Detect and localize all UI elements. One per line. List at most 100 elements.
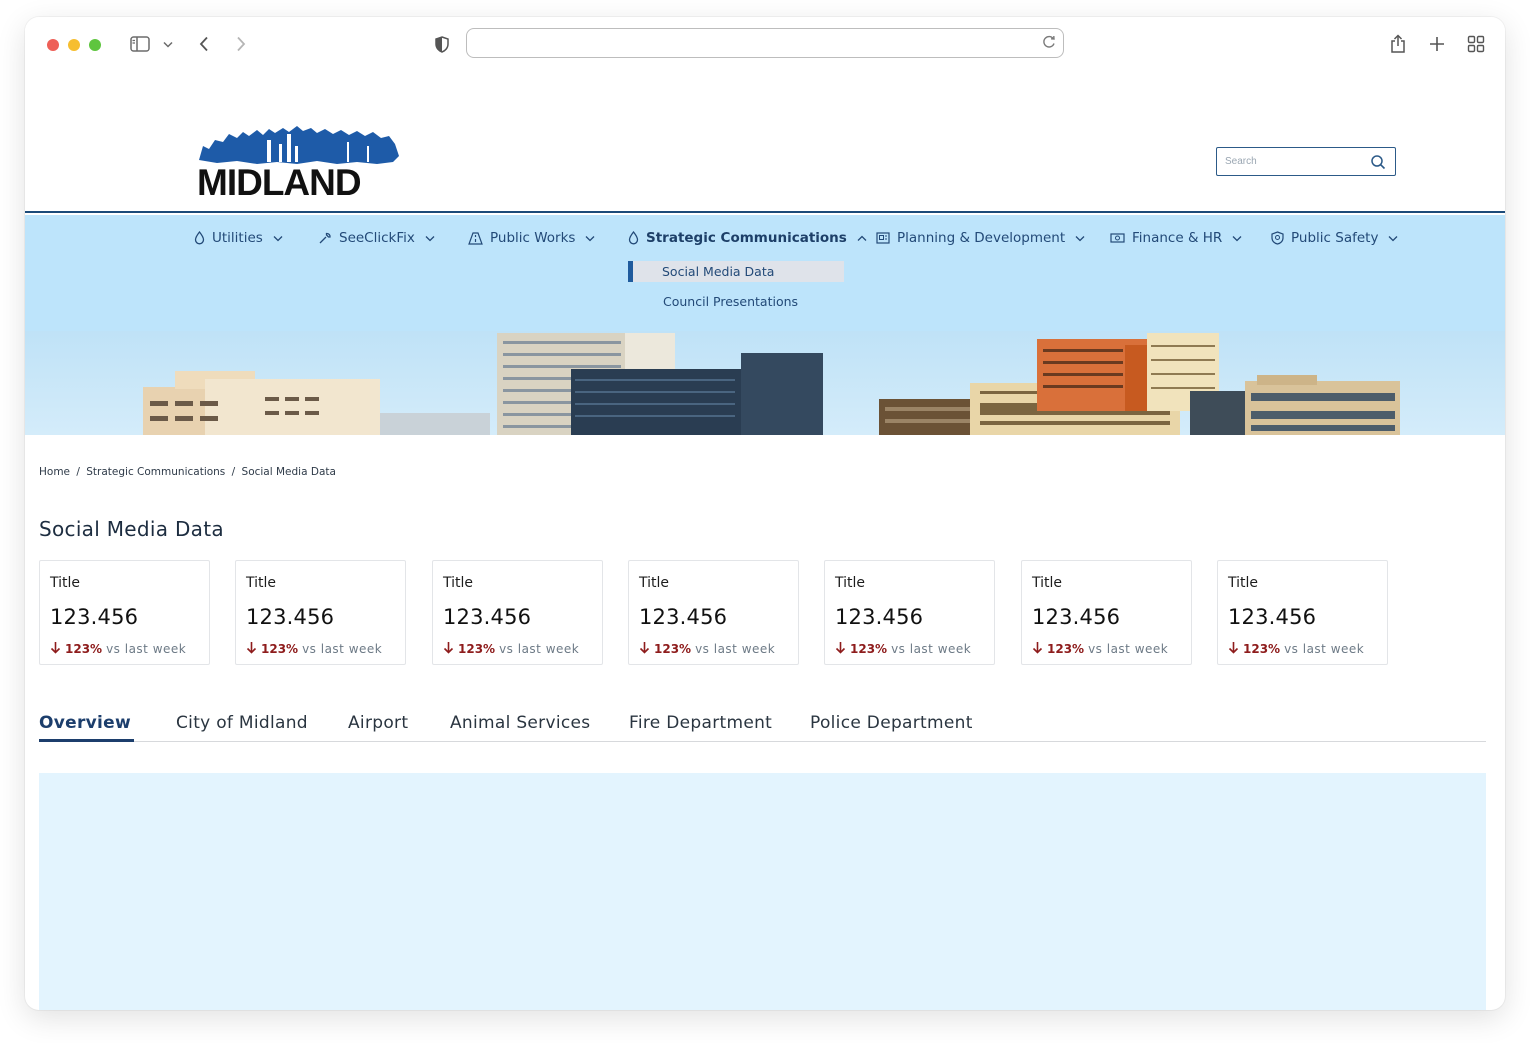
card-delta: 123% vs last week [1228, 641, 1364, 657]
metric-card: Title 123.456 123% vs last week [628, 560, 799, 665]
reload-icon[interactable] [1041, 34, 1057, 55]
blueprint-icon [876, 232, 890, 244]
sidebar-icon[interactable] [129, 33, 151, 55]
card-title: Title [835, 575, 866, 591]
card-delta: 123% vs last week [639, 641, 775, 657]
delta-percent: 123% [261, 642, 299, 656]
chevron-down-icon [273, 235, 283, 242]
card-delta: 123% vs last week [835, 641, 971, 657]
metric-card: Title 123.456 123% vs last week [824, 560, 995, 665]
delta-percent: 123% [65, 642, 103, 656]
delta-percent: 123% [1047, 642, 1085, 656]
card-title: Title [639, 575, 670, 591]
arrow-down-icon [246, 641, 257, 657]
card-delta: 123% vs last week [50, 641, 186, 657]
arrow-down-icon [1032, 641, 1043, 657]
card-title: Title [1228, 575, 1259, 591]
road-icon [468, 231, 483, 245]
card-delta: 123% vs last week [443, 641, 579, 657]
delta-compare: vs last week [891, 642, 972, 656]
logo-wordmark: MIDLAND [197, 162, 361, 198]
shield-icon[interactable] [433, 33, 451, 55]
submenu-item-social-media-data[interactable]: Social Media Data [628, 261, 844, 282]
overview-panel [39, 773, 1486, 1010]
new-tab-icon[interactable] [1426, 33, 1448, 55]
chevron-down-icon [585, 235, 595, 242]
card-title: Title [50, 575, 81, 591]
card-title: Title [1032, 575, 1063, 591]
tab-city-of-midland[interactable]: City of Midland [176, 713, 308, 733]
tab-overview[interactable]: Overview [39, 713, 131, 733]
card-value: 123.456 [835, 605, 924, 629]
nav-item-finance-hr[interactable]: Finance & HR [1110, 228, 1242, 248]
breadcrumb-strategic-communications[interactable]: Strategic Communications [86, 466, 225, 478]
page-title: Social Media Data [39, 517, 224, 541]
card-value: 123.456 [639, 605, 728, 629]
zoom-window-button[interactable] [89, 39, 101, 51]
main-nav: Utilities SeeClickFix Public Works Strat… [25, 215, 1505, 333]
nav-item-strategic-communications[interactable]: Strategic Communications [628, 228, 867, 248]
browser-window: MIDLAND Utilities SeeClickFix Public Wor… [25, 17, 1505, 1010]
search-box[interactable] [1216, 147, 1396, 176]
nav-item-utilities[interactable]: Utilities [194, 228, 283, 248]
nav-label: Finance & HR [1132, 230, 1223, 246]
chevron-down-icon[interactable] [161, 33, 175, 55]
nav-item-planning-development[interactable]: Planning & Development [876, 228, 1085, 248]
metric-card: Title 123.456 123% vs last week [39, 560, 210, 665]
back-icon[interactable] [195, 33, 213, 55]
metric-card: Title 123.456 123% vs last week [1217, 560, 1388, 665]
arrow-down-icon [50, 641, 61, 657]
card-value: 123.456 [443, 605, 532, 629]
card-value: 123.456 [1228, 605, 1317, 629]
browser-toolbar [25, 17, 1505, 73]
submenu-item-council-presentations[interactable]: Council Presentations [663, 294, 798, 309]
card-title: Title [246, 575, 277, 591]
metric-card: Title 123.456 123% vs last week [235, 560, 406, 665]
forward-icon[interactable] [232, 33, 250, 55]
tab-overview-icon[interactable] [1465, 33, 1487, 55]
tab-bar: Overview City of Midland Airport Animal … [39, 712, 1486, 742]
nav-label: SeeClickFix [339, 230, 415, 246]
cash-icon [1110, 233, 1125, 243]
delta-percent: 123% [458, 642, 496, 656]
card-value: 123.456 [50, 605, 139, 629]
tab-fire-department[interactable]: Fire Department [629, 713, 772, 733]
nav-label: Utilities [212, 230, 263, 246]
arrow-down-icon [639, 641, 650, 657]
nav-label: Public Safety [1291, 230, 1379, 246]
search-icon[interactable] [1370, 154, 1386, 175]
tab-police-department[interactable]: Police Department [810, 713, 973, 733]
address-bar[interactable] [466, 28, 1064, 58]
tab-airport[interactable]: Airport [348, 713, 408, 733]
nav-label: Strategic Communications [646, 230, 847, 246]
chevron-down-icon [1388, 235, 1398, 242]
breadcrumb-home[interactable]: Home [39, 466, 70, 478]
close-window-button[interactable] [47, 39, 59, 51]
midland-logo[interactable]: MIDLAND [197, 126, 401, 203]
arrow-down-icon [835, 641, 846, 657]
breadcrumb-separator: / [76, 466, 80, 478]
card-value: 123.456 [1032, 605, 1121, 629]
arrow-down-icon [443, 641, 454, 657]
share-icon[interactable] [1387, 33, 1409, 55]
nav-item-public-safety[interactable]: Public Safety [1271, 228, 1398, 248]
site-header: MIDLAND [25, 73, 1505, 213]
nav-label: Public Works [490, 230, 576, 246]
search-input[interactable] [1225, 152, 1365, 170]
nav-item-seeclickfix[interactable]: SeeClickFix [318, 228, 435, 248]
card-title: Title [443, 575, 474, 591]
active-tab-indicator [39, 739, 134, 742]
chevron-down-icon [425, 235, 435, 242]
delta-compare: vs last week [1088, 642, 1169, 656]
tab-animal-services[interactable]: Animal Services [450, 713, 590, 733]
minimize-window-button[interactable] [68, 39, 80, 51]
nav-item-public-works[interactable]: Public Works [468, 228, 595, 248]
card-delta: 123% vs last week [246, 641, 382, 657]
card-delta: 123% vs last week [1032, 641, 1168, 657]
arrow-down-icon [1228, 641, 1239, 657]
chevron-up-icon [857, 235, 867, 242]
chevron-down-icon [1232, 235, 1242, 242]
delta-compare: vs last week [1284, 642, 1365, 656]
delta-compare: vs last week [302, 642, 383, 656]
delta-compare: vs last week [106, 642, 187, 656]
